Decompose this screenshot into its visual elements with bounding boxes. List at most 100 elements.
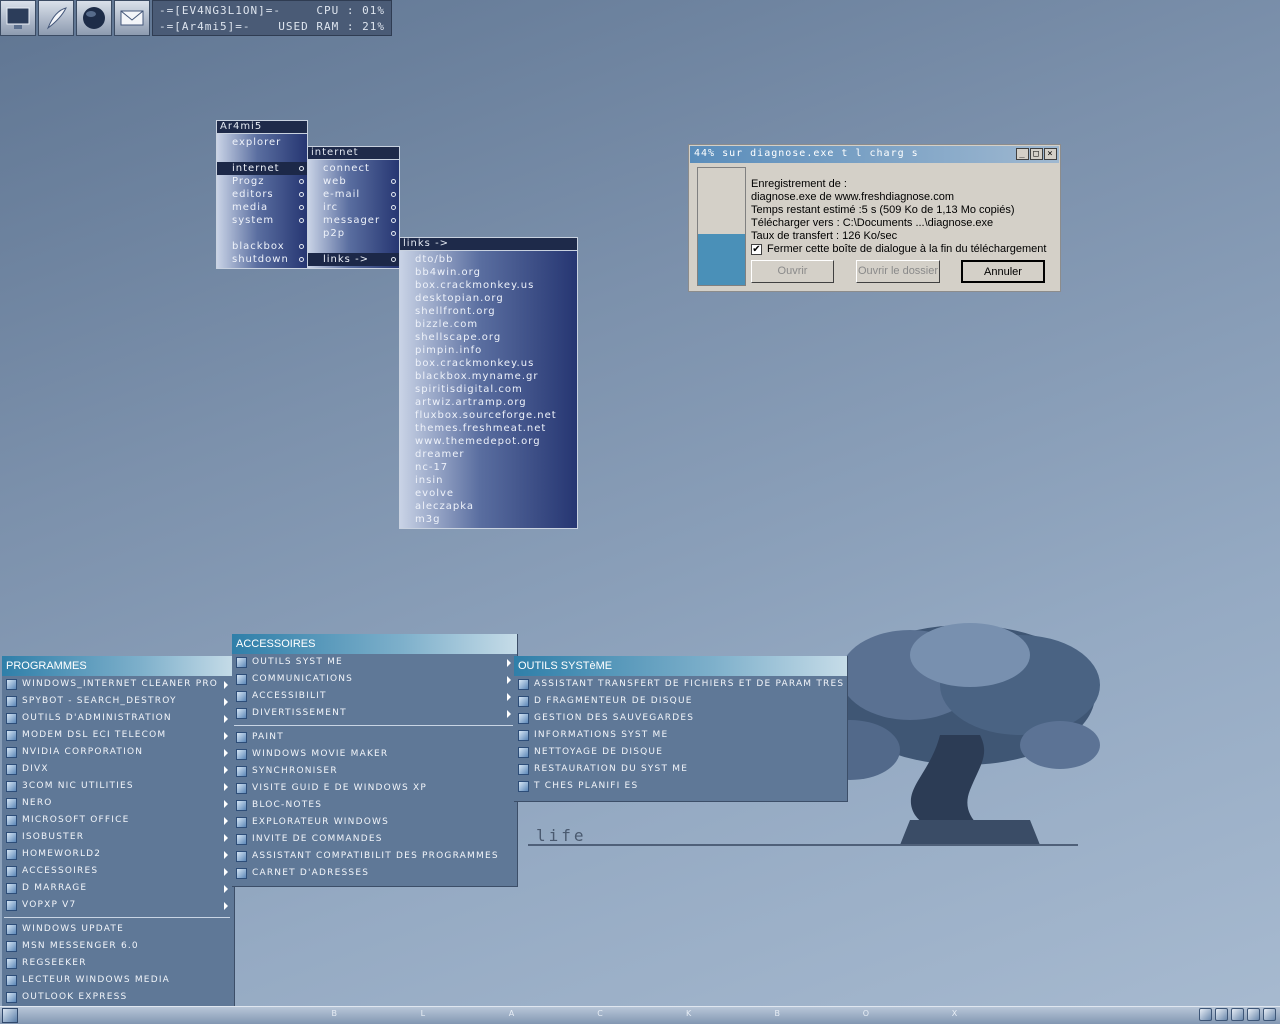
tray-security-icon[interactable] <box>1231 1008 1244 1021</box>
launcher-feather[interactable] <box>38 0 74 36</box>
menu-item[interactable]: explorer <box>217 136 307 149</box>
link-item[interactable]: fluxbox.sourceforge.net <box>400 409 577 422</box>
tray-network-icon[interactable] <box>1199 1008 1212 1021</box>
system-tool-item[interactable]: Gestion des sauvegardes <box>514 710 847 727</box>
menu-item[interactable]: blackbox <box>217 240 307 253</box>
link-item[interactable]: spiritisdigital.com <box>400 383 577 396</box>
accessory-folder-item[interactable]: Divertissement <box>232 705 517 722</box>
dialog-titlebar[interactable]: 44% sur diagnose.exe t l charg s _ □ × <box>690 146 1059 163</box>
link-item[interactable]: insin <box>400 474 577 487</box>
link-item[interactable]: shellscape.org <box>400 331 577 344</box>
link-item[interactable]: m3g <box>400 513 577 526</box>
menu-item[interactable]: messager <box>308 214 399 227</box>
pinned-program-item[interactable]: RegSeeker <box>2 955 234 972</box>
pinned-program-item[interactable]: MSN Messenger 6.0 <box>2 938 234 955</box>
tray-update-icon[interactable] <box>1247 1008 1260 1021</box>
menu-item[interactable]: media <box>217 201 307 214</box>
program-menu-item[interactable]: 3Com NIC Utilities <box>2 778 234 795</box>
link-item[interactable]: shellfront.org <box>400 305 577 318</box>
accessory-app-item[interactable]: Invite de commandes <box>232 831 517 848</box>
submenu-arrow-icon <box>224 868 228 876</box>
accessory-app-item[interactable]: Windows Movie Maker <box>232 746 517 763</box>
link-item[interactable]: artwiz.artramp.org <box>400 396 577 409</box>
submenu-indicator-icon <box>299 205 304 210</box>
launcher-globe[interactable] <box>76 0 112 36</box>
menu-item[interactable]: shutdown <box>217 253 307 266</box>
link-item[interactable]: desktopian.org <box>400 292 577 305</box>
menu-item[interactable]: web <box>308 175 399 188</box>
menu-item[interactable]: Progz <box>217 175 307 188</box>
accessory-app-item[interactable]: Paint <box>232 729 517 746</box>
pinned-program-item[interactable]: Outlook Express <box>2 989 234 1006</box>
link-item[interactable]: box.crackmonkey.us <box>400 357 577 370</box>
menu-item[interactable]: system <box>217 214 307 227</box>
accessory-app-item[interactable]: Synchroniser <box>232 763 517 780</box>
program-menu-item[interactable]: Spybot - Search_Destroy <box>2 693 234 710</box>
menu-item[interactable]: internet <box>217 162 307 175</box>
program-menu-item[interactable]: Modem DSL ECI Telecom <box>2 727 234 744</box>
open-folder-button[interactable]: Ouvrir le dossier <box>856 260 940 283</box>
link-item[interactable]: dto/bb <box>400 253 577 266</box>
system-tool-item[interactable]: D fragmenteur de disque <box>514 693 847 710</box>
program-menu-item[interactable]: VopXP v7 <box>2 897 234 914</box>
cancel-button[interactable]: Annuler <box>961 260 1045 283</box>
link-item[interactable]: evolve <box>400 487 577 500</box>
open-button[interactable]: Ouvrir <box>751 260 834 283</box>
program-menu-item[interactable]: NVIDIA Corporation <box>2 744 234 761</box>
pinned-program-item[interactable]: Windows Update <box>2 921 234 938</box>
maximize-button[interactable]: □ <box>1030 148 1043 160</box>
link-item[interactable]: nc-17 <box>400 461 577 474</box>
menu-item[interactable]: e-mail <box>308 188 399 201</box>
link-item[interactable]: themes.freshmeat.net <box>400 422 577 435</box>
link-item[interactable]: bizzle.com <box>400 318 577 331</box>
minimize-button[interactable]: _ <box>1016 148 1029 160</box>
accessory-app-item[interactable]: Carnet d'adresses <box>232 865 517 882</box>
system-tool-item[interactable]: T ches planifi es <box>514 778 847 795</box>
link-item[interactable]: dreamer <box>400 448 577 461</box>
accessory-folder-item[interactable]: Communications <box>232 671 517 688</box>
link-item[interactable]: aleczapka <box>400 500 577 513</box>
program-menu-item[interactable]: D marrage <box>2 880 234 897</box>
accessory-app-item[interactable]: Bloc-notes <box>232 797 517 814</box>
menu-item[interactable]: editors <box>217 188 307 201</box>
system-tool-item[interactable]: Restauration du syst me <box>514 761 847 778</box>
menu-item[interactable]: links -> <box>308 253 399 266</box>
accessory-app-item[interactable]: Assistant Compatibilit des programmes <box>232 848 517 865</box>
link-item[interactable]: www.themedepot.org <box>400 435 577 448</box>
menu-item[interactable]: p2p <box>308 227 399 240</box>
launcher-monitor[interactable] <box>0 0 36 36</box>
menu-item-label: NVIDIA Corporation <box>22 747 144 757</box>
tray-volume-icon[interactable] <box>1215 1008 1228 1021</box>
program-menu-item[interactable]: IsoBuster <box>2 829 234 846</box>
system-tool-item[interactable]: Nettoyage de disque <box>514 744 847 761</box>
program-menu-item[interactable]: Nero <box>2 795 234 812</box>
menu-item[interactable]: irc <box>308 201 399 214</box>
program-menu-item[interactable]: Windows_Internet Cleaner Pro <box>2 676 234 693</box>
start-button[interactable] <box>2 1008 18 1023</box>
system-tool-item[interactable]: Informations syst me <box>514 727 847 744</box>
accessory-folder-item[interactable]: Outils syst me <box>232 654 517 671</box>
accessory-folder-item[interactable]: Accessibilit <box>232 688 517 705</box>
program-menu-item[interactable]: Homeworld2 <box>2 846 234 863</box>
close-on-finish-option[interactable]: ✔ Fermer cette boîte de dialogue à la fi… <box>751 243 1046 255</box>
program-menu-item[interactable]: Outils d'administration <box>2 710 234 727</box>
system-tool-item[interactable]: Assistant Transfert de fichiers et de pa… <box>514 676 847 693</box>
link-item[interactable]: pimpin.info <box>400 344 577 357</box>
accessory-app-item[interactable]: Explorateur Windows <box>232 814 517 831</box>
menu-item[interactable]: connect <box>308 162 399 175</box>
link-item[interactable]: blackbox.myname.gr <box>400 370 577 383</box>
program-menu-item[interactable]: Accessoires <box>2 863 234 880</box>
link-item[interactable]: box.crackmonkey.us <box>400 279 577 292</box>
close-on-finish-checkbox[interactable]: ✔ <box>751 243 762 255</box>
link-item[interactable]: bb4win.org <box>400 266 577 279</box>
launcher-mail[interactable] <box>114 0 150 36</box>
menu-item-label: RegSeeker <box>22 958 87 968</box>
taskbar-letter: B <box>774 1009 781 1018</box>
program-menu-item[interactable]: DivX <box>2 761 234 778</box>
close-button[interactable]: × <box>1044 148 1057 160</box>
program-menu-item[interactable]: Microsoft Office <box>2 812 234 829</box>
accessory-app-item[interactable]: Visite guid e de Windows XP <box>232 780 517 797</box>
submenu-arrow-icon <box>507 710 511 718</box>
tray-messenger-icon[interactable] <box>1263 1008 1276 1021</box>
pinned-program-item[interactable]: Lecteur Windows Media <box>2 972 234 989</box>
